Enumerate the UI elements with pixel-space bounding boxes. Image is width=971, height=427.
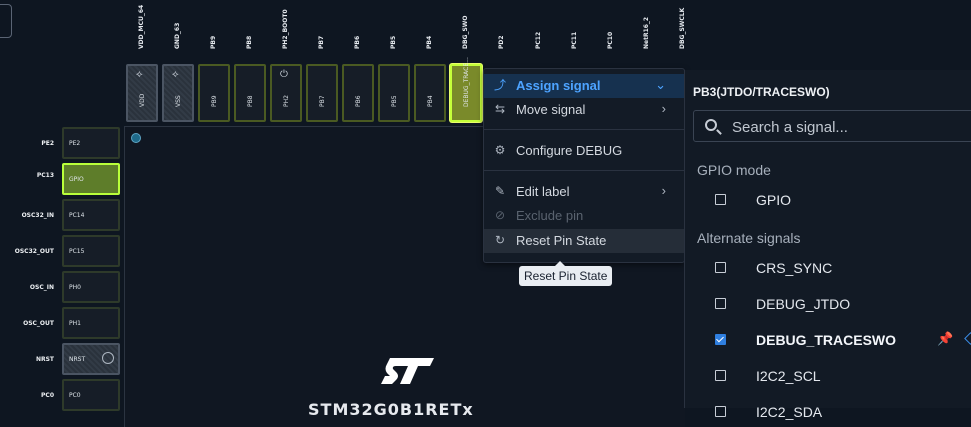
move-arrows-icon: ⇆ [494, 102, 506, 116]
pin1-marker [131, 133, 141, 143]
menu-divider [484, 170, 684, 171]
power-toggle-icon: ⏻ [280, 69, 288, 80]
left-pin-label: PE2 [41, 140, 54, 147]
chevron-right-icon: › [661, 101, 666, 116]
top-pin-label: PD2 [498, 35, 505, 49]
top-pin-label: GND_63 [174, 22, 181, 49]
left-pin-label: OSC32_OUT [14, 248, 54, 255]
signal-search[interactable] [693, 110, 971, 142]
block-icon: ⊘ [494, 208, 506, 222]
power-icon: ⟡ [172, 69, 179, 80]
checkbox-checked[interactable] [715, 334, 726, 345]
left-pin-pc0[interactable]: PC0 [62, 379, 120, 411]
top-pin-label: PB5 [390, 35, 397, 49]
signal-option-crs-sync[interactable]: CRS_SYNC [685, 257, 971, 281]
reset-icon [102, 352, 114, 364]
gpio-mode-header: GPIO mode [697, 162, 771, 178]
checkbox[interactable] [715, 298, 726, 309]
left-pin-label: OSC_OUT [23, 320, 54, 327]
left-pin-label: NRST [35, 356, 54, 363]
left-pin-nrst[interactable]: NRST [62, 343, 120, 375]
top-pin-vdd[interactable]: ⟡ VDD [126, 64, 158, 122]
left-pin-label: OSC_IN [29, 284, 54, 291]
signal-option-debug-traceswo[interactable]: DEBUG_TRACESWO 📌 [685, 329, 971, 353]
left-pin-pe2[interactable]: PE2 [62, 127, 120, 159]
top-pin-ph2[interactable]: ⏻ PH2 [270, 64, 302, 122]
top-pin-pb8[interactable]: PB8 [234, 64, 266, 122]
chevron-right-icon: › [661, 183, 666, 198]
reset-icon: ↻ [494, 233, 506, 247]
left-pin-label: OSC32_IN [21, 212, 54, 219]
pin-context-menu: ⤴ Assign signal ⌄ ⇆ Move signal › ⚙ Conf… [483, 68, 685, 263]
search-icon [705, 119, 717, 131]
assign-signal-item[interactable]: ⤴ Assign signal ⌄ [484, 74, 684, 98]
configure-debug-item[interactable]: ⚙ Configure DEBUG [484, 139, 684, 163]
left-pin-label: PC13 [36, 172, 54, 179]
top-pin-label: DBG_SWO [462, 15, 469, 49]
signal-search-input[interactable] [730, 116, 971, 138]
chevron-down-icon: ⌄ [655, 77, 666, 92]
left-pin-pc14[interactable]: PC14 [62, 199, 120, 231]
power-icon: ⟡ [136, 69, 143, 80]
top-pin-label: PB8 [246, 35, 253, 49]
top-pin-label: PB7 [318, 35, 325, 49]
top-pin-label: PB4 [426, 35, 433, 49]
reset-pin-state-item[interactable]: ↻ Reset Pin State [484, 229, 684, 253]
left-pin-pc13-gpio[interactable]: GPIO [62, 163, 120, 195]
top-pin-label: PB9 [210, 35, 217, 49]
top-pin-label: PC12 [535, 31, 542, 49]
signal-option-i2c2-sda[interactable]: I2C2_SDA [685, 401, 971, 425]
checkbox[interactable] [715, 370, 726, 381]
checkbox[interactable] [715, 262, 726, 273]
exclude-pin-item: ⊘ Exclude pin [494, 208, 584, 223]
top-pin-label: PC11 [571, 31, 578, 49]
top-pin-label: DBG_SWCLK [679, 7, 686, 49]
top-pin-label: PC10 [607, 31, 614, 49]
top-pin-pb9[interactable]: PB9 [198, 64, 230, 122]
left-pin-label: PC0 [41, 392, 54, 399]
st-logo [381, 358, 434, 384]
top-pin-label: PH2_BOOT0 [282, 9, 289, 49]
menu-divider [484, 129, 684, 130]
panel-toggle-button[interactable] [0, 4, 12, 38]
left-pin-ph1[interactable]: PH1 [62, 307, 120, 339]
signal-panel-title: PB3(JTDO/TRACESWO) [693, 85, 830, 99]
alternate-signals-header: Alternate signals [697, 230, 801, 246]
top-pin-pb6[interactable]: PB6 [342, 64, 374, 122]
top-pin-label: VDD_MCU_64 [138, 4, 145, 49]
pinout-canvas: VDD_MCU_64 ⟡ VDD GND_63 ⟡ VSS PB9 PB9 PB8 … [0, 0, 971, 427]
signal-option-i2c2-scl[interactable]: I2C2_SCL [685, 365, 971, 389]
top-pin-pb7[interactable]: PB7 [306, 64, 338, 122]
tooltip: Reset Pin State [519, 261, 613, 286]
top-pin-pb4[interactable]: PB4 [414, 64, 446, 122]
top-pin-label: NetR16_2 [643, 16, 650, 49]
checkbox[interactable] [715, 194, 726, 205]
left-pin-pc15[interactable]: PC15 [62, 235, 120, 267]
pin-icon[interactable]: 📌 [937, 332, 953, 347]
top-pin-label: PB6 [354, 35, 361, 49]
pencil-icon: ✎ [494, 184, 506, 198]
left-pin-ph0[interactable]: PH0 [62, 271, 120, 303]
top-pin-pb3-selected[interactable]: DEBUG_TRACE... [450, 57, 482, 122]
top-pin-vss[interactable]: ⟡ VSS [162, 64, 194, 122]
move-signal-item[interactable]: ⇆ Move signal › [484, 98, 684, 122]
diamond-icon[interactable] [964, 332, 971, 345]
assign-signal-icon: ⤴ [493, 78, 506, 92]
signal-option-debug-jtdo[interactable]: DEBUG_JTDO [685, 293, 971, 317]
gear-icon: ⚙ [494, 143, 506, 157]
top-pin-pb5[interactable]: PB5 [378, 64, 410, 122]
signal-panel: PB3(JTDO/TRACESWO) GPIO mode GPIO Altern… [684, 70, 971, 420]
edit-label-item[interactable]: ✎ Edit label › [484, 180, 684, 204]
chip-part-number: STM32G0B1RETx [308, 400, 474, 419]
signal-option-gpio[interactable]: GPIO [685, 189, 971, 213]
